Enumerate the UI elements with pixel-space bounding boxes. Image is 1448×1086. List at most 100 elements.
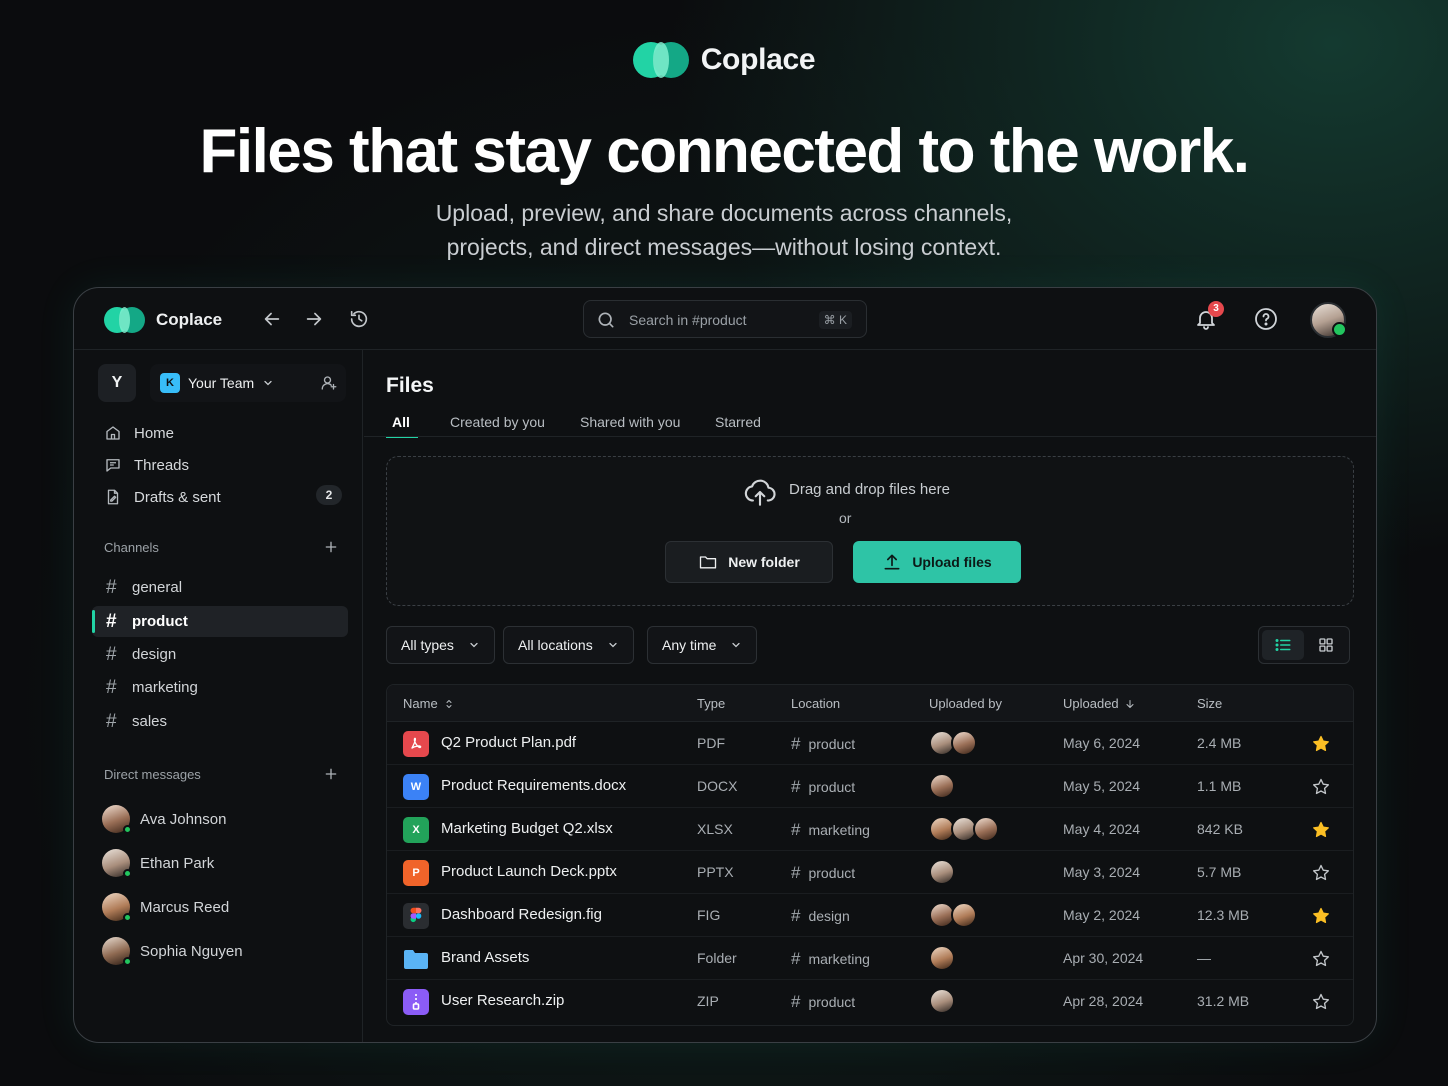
dm-marcus-reed[interactable]: Marcus Reed xyxy=(102,893,229,922)
dropzone[interactable]: Drag and drop files here or New folder U… xyxy=(386,456,1354,606)
filter-type-dropdown[interactable]: All types xyxy=(386,626,495,664)
file-location[interactable]: # product xyxy=(791,777,855,797)
user-avatar[interactable] xyxy=(1310,302,1347,338)
upload-date: May 3, 2024 xyxy=(1063,864,1141,880)
notification-badge: 3 xyxy=(1208,301,1224,317)
forward-arrow-icon[interactable] xyxy=(303,308,325,330)
workspace-switcher[interactable]: Y xyxy=(98,364,136,402)
channel-sales[interactable]: # sales xyxy=(92,706,348,737)
tab-all[interactable]: All xyxy=(392,414,410,430)
table-row[interactable]: P Product Launch Deck.pptx PPTX # product May… xyxy=(387,851,1353,894)
file-location[interactable]: # marketing xyxy=(791,949,870,969)
channel-design[interactable]: # design xyxy=(92,639,348,670)
dm-ethan-park[interactable]: Ethan Park xyxy=(102,849,214,878)
location-label: product xyxy=(808,994,856,1010)
star-outline-icon[interactable] xyxy=(1311,992,1331,1012)
list-view-button[interactable] xyxy=(1262,630,1304,660)
dm-sophia-nguyen[interactable]: Sophia Nguyen xyxy=(102,937,243,966)
column-location-header[interactable]: Location xyxy=(791,696,840,711)
sidebar-item-label: Drafts & sent xyxy=(134,488,221,506)
hash-icon: # xyxy=(106,710,117,732)
table-row[interactable]: User Research.zip ZIP # product Apr 28, 2024… xyxy=(387,980,1353,1023)
file-size: 842 KB xyxy=(1197,821,1243,837)
tab-starred[interactable]: Starred xyxy=(715,414,761,430)
channel-label: design xyxy=(132,646,177,663)
back-arrow-icon[interactable] xyxy=(261,308,283,330)
upload-date: Apr 28, 2024 xyxy=(1063,993,1144,1009)
table-row[interactable]: Dashboard Redesign.fig FIG # design May 2, 2… xyxy=(387,894,1353,937)
file-location[interactable]: # product xyxy=(791,992,855,1012)
filter-time-dropdown[interactable]: Any time xyxy=(647,626,758,664)
hash-icon: # xyxy=(106,576,117,598)
history-icon[interactable] xyxy=(348,308,370,330)
hash-icon: # xyxy=(106,610,117,632)
sidebar-item-home[interactable]: Home xyxy=(104,422,174,444)
dm-ava-johnson[interactable]: Ava Johnson xyxy=(102,805,226,834)
file-location[interactable]: # product xyxy=(791,863,855,883)
add-member-icon[interactable] xyxy=(320,374,338,392)
channel-product[interactable]: # product xyxy=(92,606,348,637)
new-folder-button[interactable]: New folder xyxy=(665,541,833,583)
tab-shared-with-you[interactable]: Shared with you xyxy=(580,414,680,430)
upload-icon xyxy=(884,554,900,570)
zip-icon xyxy=(403,989,429,1015)
avatar xyxy=(102,937,132,966)
file-size: 12.3 MB xyxy=(1197,907,1250,923)
dropzone-or: or xyxy=(839,510,852,526)
star-filled-icon[interactable] xyxy=(1311,906,1331,926)
file-name[interactable]: Marketing Budget Q2.xlsx xyxy=(441,820,613,837)
new-folder-label: New folder xyxy=(728,554,800,570)
hero-subtitle-line-1: Upload, preview, and share documents acr… xyxy=(435,200,1013,226)
file-size: 1.1 MB xyxy=(1197,778,1242,794)
file-name[interactable]: Q2 Product Plan.pdf xyxy=(441,734,576,751)
file-name[interactable]: Product Launch Deck.pptx xyxy=(441,863,617,880)
table-row[interactable]: Brand Assets Folder # marketing Apr 30, 2024… xyxy=(387,937,1353,980)
column-size-header[interactable]: Size xyxy=(1197,696,1222,711)
upload-date: May 2, 2024 xyxy=(1063,907,1141,923)
grid-view-button[interactable] xyxy=(1305,630,1347,660)
column-uploaded-header[interactable]: Uploaded xyxy=(1063,696,1136,711)
app-logo[interactable]: Coplace xyxy=(104,307,222,333)
column-label: Uploaded xyxy=(1063,696,1119,711)
star-outline-icon[interactable] xyxy=(1311,949,1331,969)
table-row[interactable]: X Marketing Budget Q2.xlsx XLSX # marketing M… xyxy=(387,808,1353,851)
table-row[interactable]: Q2 Product Plan.pdf PDF # product May 6, 202… xyxy=(387,722,1353,765)
sidebar-item-threads[interactable]: Threads xyxy=(104,454,189,476)
star-filled-icon[interactable] xyxy=(1311,734,1331,754)
uploader-avatar xyxy=(951,902,977,928)
upload-files-button[interactable]: Upload files xyxy=(853,541,1021,583)
channel-label: product xyxy=(132,613,188,630)
channel-general[interactable]: # general xyxy=(92,572,348,603)
chevron-down-icon xyxy=(732,642,741,648)
file-location[interactable]: # marketing xyxy=(791,820,870,840)
column-name-header[interactable]: Name xyxy=(403,696,455,711)
team-selector[interactable]: K Your Team xyxy=(150,364,346,402)
file-name[interactable]: User Research.zip xyxy=(441,992,564,1009)
column-type-header[interactable]: Type xyxy=(697,696,725,711)
channel-marketing[interactable]: # marketing xyxy=(92,672,348,703)
file-name[interactable]: Product Requirements.docx xyxy=(441,777,626,794)
add-dm-icon[interactable] xyxy=(323,766,339,782)
table-row[interactable]: W Product Requirements.docx DOCX # product Ma… xyxy=(387,765,1353,808)
file-location[interactable]: # product xyxy=(791,734,855,754)
search-input[interactable]: Search in #product ⌘ K xyxy=(583,300,867,338)
file-size: 2.4 MB xyxy=(1197,735,1242,751)
filter-location-dropdown[interactable]: All locations xyxy=(503,626,634,664)
tab-created-by-you[interactable]: Created by you xyxy=(450,414,545,430)
hero-subtitle: Upload, preview, and share documents acr… xyxy=(0,196,1448,264)
location-label: design xyxy=(808,908,850,924)
sidebar-item-drafts[interactable]: Drafts & sent xyxy=(104,486,221,508)
file-name[interactable]: Brand Assets xyxy=(441,949,529,966)
list-icon xyxy=(1275,639,1291,651)
file-name[interactable]: Dashboard Redesign.fig xyxy=(441,906,602,923)
add-channel-icon[interactable] xyxy=(323,539,339,555)
avatar xyxy=(102,849,132,878)
star-filled-icon[interactable] xyxy=(1311,820,1331,840)
file-location[interactable]: # design xyxy=(791,906,850,926)
hero-subtitle-line-2: projects, and direct messages—without lo… xyxy=(446,234,1002,260)
column-uploaded-by-header[interactable]: Uploaded by xyxy=(929,696,1002,711)
hero-brand: Coplace xyxy=(0,42,1448,78)
star-outline-icon[interactable] xyxy=(1311,777,1331,797)
help-icon[interactable] xyxy=(1254,307,1278,331)
star-outline-icon[interactable] xyxy=(1311,863,1331,883)
